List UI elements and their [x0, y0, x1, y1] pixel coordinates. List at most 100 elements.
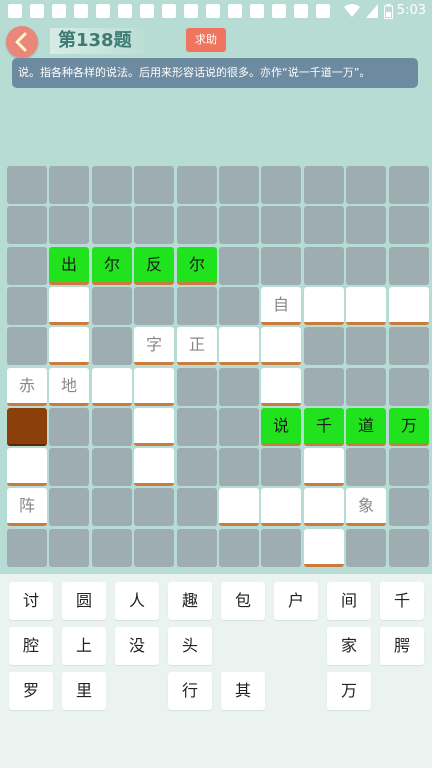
- char-key[interactable]: 千: [380, 582, 424, 620]
- grid-cell-empty: [177, 408, 217, 446]
- grid-cell[interactable]: [261, 488, 301, 526]
- grid-cell-empty: [219, 287, 259, 325]
- char-key[interactable]: 腔: [9, 627, 53, 665]
- char-key[interactable]: 包: [221, 582, 265, 620]
- grid-cell[interactable]: [92, 368, 132, 406]
- grid-cell[interactable]: 地: [49, 368, 89, 406]
- grid-cell-empty: [219, 529, 259, 567]
- status-time: 5:03: [396, 3, 426, 18]
- char-key[interactable]: 腭: [380, 627, 424, 665]
- grid-cell-empty: [177, 488, 217, 526]
- grid-cell[interactable]: [134, 368, 174, 406]
- char-key[interactable]: 没: [115, 627, 159, 665]
- back-arrow-icon: [15, 32, 27, 52]
- char-key[interactable]: 其: [221, 672, 265, 710]
- grid-cell-empty: [389, 368, 429, 406]
- notification-icon: [162, 4, 176, 18]
- grid-cell-empty: [49, 166, 89, 204]
- grid-cell[interactable]: [134, 448, 174, 486]
- char-key[interactable]: 头: [168, 627, 212, 665]
- grid-cell-empty: [92, 408, 132, 446]
- grid-cell[interactable]: [219, 327, 259, 365]
- grid-cell[interactable]: 正: [177, 327, 217, 365]
- char-key[interactable]: 家: [327, 627, 371, 665]
- grid-cell[interactable]: [346, 287, 386, 325]
- grid-cell[interactable]: [304, 287, 344, 325]
- grid-cell-empty: [134, 488, 174, 526]
- grid-cell-empty: [92, 529, 132, 567]
- grid-cell-empty: [7, 327, 47, 365]
- grid-cell[interactable]: [219, 488, 259, 526]
- grid-cell[interactable]: [261, 368, 301, 406]
- grid-cell-empty: [346, 206, 386, 244]
- grid-cell[interactable]: 说: [261, 408, 301, 446]
- grid-cell[interactable]: 字: [134, 327, 174, 365]
- grid-cell[interactable]: [261, 327, 301, 365]
- grid-cell-empty: [177, 166, 217, 204]
- grid-cell-empty: [177, 287, 217, 325]
- grid-cell-empty: [346, 166, 386, 204]
- grid-cell[interactable]: [49, 327, 89, 365]
- grid-cell-empty: [92, 327, 132, 365]
- grid-cell[interactable]: 道: [346, 408, 386, 446]
- signal-icon: [366, 4, 378, 18]
- char-key[interactable]: 里: [62, 672, 106, 710]
- grid-cell-empty: [49, 206, 89, 244]
- back-button[interactable]: [6, 26, 38, 58]
- puzzle-grid: 出尔反尔自字正赤地说千道万阵象: [7, 166, 431, 570]
- char-key[interactable]: 户: [274, 582, 318, 620]
- grid-cell-empty: [261, 529, 301, 567]
- grid-cell-empty: [7, 287, 47, 325]
- grid-cell-empty: [304, 166, 344, 204]
- char-key[interactable]: 行: [168, 672, 212, 710]
- grid-cell[interactable]: 万: [389, 408, 429, 446]
- grid-cell-empty: [7, 247, 47, 285]
- grid-cell[interactable]: [304, 448, 344, 486]
- grid-cell-empty: [92, 448, 132, 486]
- grid-cell-empty: [389, 448, 429, 486]
- grid-cell-empty: [49, 529, 89, 567]
- grid-cell-empty: [389, 247, 429, 285]
- grid-cell[interactable]: 千: [304, 408, 344, 446]
- grid-cell[interactable]: [7, 448, 47, 486]
- grid-cell[interactable]: 赤: [7, 368, 47, 406]
- help-button[interactable]: 求助: [186, 28, 226, 52]
- char-key[interactable]: 上: [62, 627, 106, 665]
- char-key[interactable]: 万: [327, 672, 371, 710]
- grid-cell-empty: [7, 206, 47, 244]
- char-key[interactable]: 圆: [62, 582, 106, 620]
- battery-icon: [384, 4, 393, 19]
- char-key[interactable]: 讨: [9, 582, 53, 620]
- grid-cell-empty: [134, 206, 174, 244]
- notification-icon: [206, 4, 220, 18]
- grid-cell[interactable]: 象: [346, 488, 386, 526]
- grid-cell[interactable]: 出: [49, 247, 89, 285]
- wifi-icon: [344, 4, 360, 17]
- char-key[interactable]: 罗: [9, 672, 53, 710]
- grid-cell-empty: [261, 166, 301, 204]
- grid-cell[interactable]: [389, 287, 429, 325]
- grid-cell[interactable]: 自: [261, 287, 301, 325]
- grid-cell-empty: [49, 488, 89, 526]
- status-bar: 5:03: [0, 0, 432, 24]
- char-key[interactable]: 间: [327, 582, 371, 620]
- grid-cell[interactable]: [49, 287, 89, 325]
- grid-cell[interactable]: [134, 408, 174, 446]
- grid-cell-empty: [346, 368, 386, 406]
- grid-cell[interactable]: 反: [134, 247, 174, 285]
- grid-cell[interactable]: [304, 529, 344, 567]
- grid-cell-empty: [346, 327, 386, 365]
- grid-cell-empty: [389, 529, 429, 567]
- grid-cell[interactable]: 尔: [92, 247, 132, 285]
- grid-cell-empty: [177, 368, 217, 406]
- char-key[interactable]: 趣: [168, 582, 212, 620]
- grid-cell-empty: [49, 448, 89, 486]
- grid-cell[interactable]: 阵: [7, 488, 47, 526]
- grid-cell-empty: [304, 368, 344, 406]
- grid-cell-selected[interactable]: [7, 408, 47, 446]
- grid-cell-empty: [219, 206, 259, 244]
- char-key[interactable]: 人: [115, 582, 159, 620]
- grid-cell-empty: [7, 529, 47, 567]
- grid-cell[interactable]: 尔: [177, 247, 217, 285]
- grid-cell[interactable]: [304, 488, 344, 526]
